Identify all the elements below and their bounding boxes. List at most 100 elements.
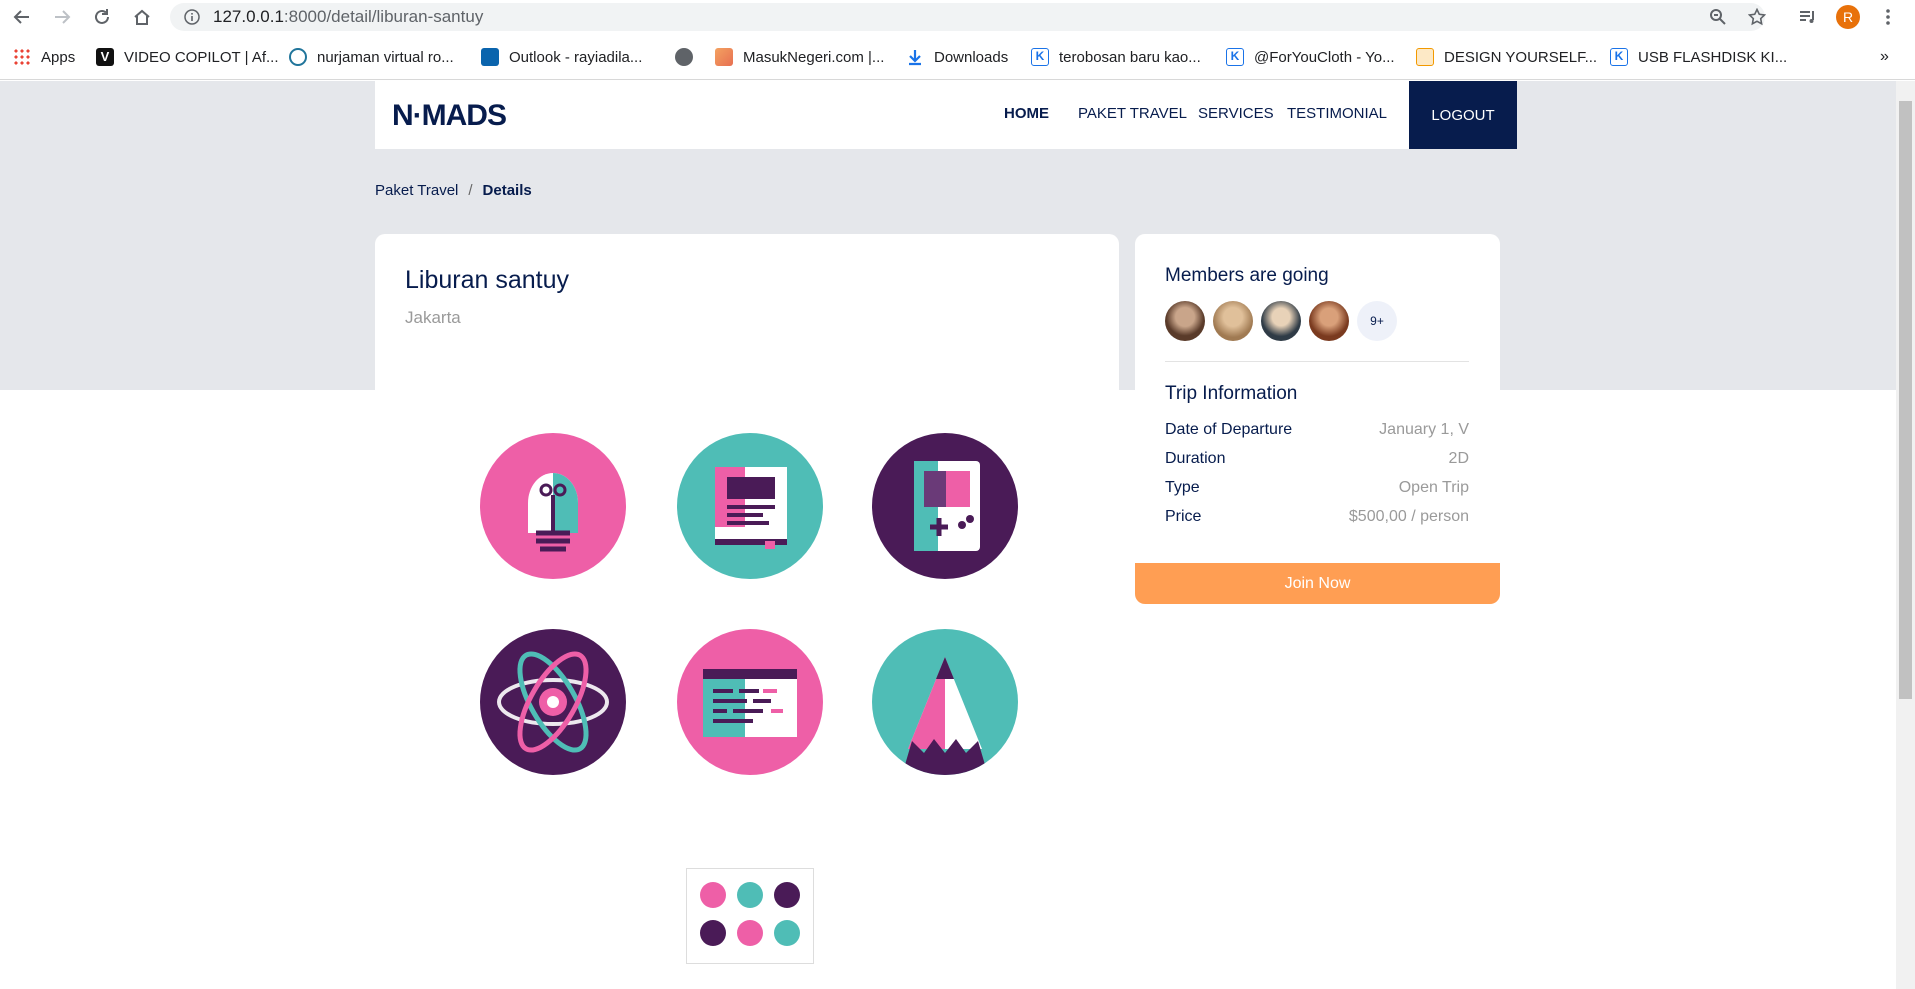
masuknegeri-icon [715,48,733,66]
code-window-icon [677,629,823,775]
bookmark-k-icon: K [1610,48,1628,66]
game-console-icon [872,433,1018,579]
trip-row-label: Price [1165,508,1202,525]
trip-row-value: 2D [1448,450,1469,467]
nav-home[interactable]: HOME [1004,105,1049,122]
bookmark-item[interactable]: Outlook - rayiadila... [481,46,642,68]
breadcrumb-parent[interactable]: Paket Travel [375,182,458,199]
bookmark-item[interactable] [675,46,703,68]
nav-services[interactable]: SERVICES [1198,105,1274,122]
logout-button[interactable]: LOGOUT [1409,81,1517,149]
bookmark-item[interactable]: Downloads [906,46,1008,68]
travel-location: Jakarta [405,308,461,327]
nomads-logo[interactable]: N·MADS [392,99,507,133]
zoom-icon[interactable] [1706,5,1730,29]
trip-info-title: Trip Information [1165,383,1298,404]
browser-toolbar: 127.0.0.1:8000/detail/liburan-santuy R [0,0,1915,34]
nav-paket-travel[interactable]: PAKET TRAVEL [1078,105,1187,122]
member-avatar [1309,301,1349,341]
home-icon[interactable] [130,5,154,29]
gallery-thumbnail[interactable] [686,868,814,964]
member-avatar [1261,301,1301,341]
bookmark-label: USB FLASHDISK KI... [1638,48,1788,66]
bookmark-label: VIDEO COPILOT | Af... [124,48,279,66]
trip-row-value: $500,00 / person [1348,508,1469,525]
bookmark-label: Outlook - rayiadila... [509,48,643,66]
bookmark-label: Downloads [934,48,1009,66]
members-title: Members are going [1165,265,1329,286]
member-avatar [1165,301,1205,341]
lightbulb-icon [480,433,626,579]
bookmark-item[interactable]: MasukNegeri.com |... [715,46,884,68]
bookmark-item[interactable]: K USB FLASHDISK KI... [1610,46,1787,68]
trip-row-value: January 1, V [1379,421,1469,438]
wordpress-icon [289,48,307,66]
scrollbar-thumb[interactable] [1899,101,1912,699]
media-queue-icon[interactable] [1796,5,1820,29]
pencil-icon [872,629,1018,775]
outlook-icon [481,48,499,66]
site-info-icon[interactable] [180,5,204,29]
page-viewport: N·MADS HOME PAKET TRAVEL SERVICES TESTIM… [0,81,1896,989]
bookmark-label: terobosan baru kao... [1059,48,1201,66]
breadcrumb: Paket Travel / Details [375,182,532,199]
atom-icon [480,629,626,775]
thumb-pencil-icon [774,920,800,946]
bookmark-label: nurjaman virtual ro... [317,48,454,66]
bookmark-k-icon: K [1031,48,1049,66]
bookmark-item[interactable]: DESIGN YOURSELF... [1416,46,1597,68]
bookmark-item[interactable]: K terobosan baru kao... [1031,46,1201,68]
back-arrow-icon[interactable] [10,5,34,29]
site-navbar: N·MADS HOME PAKET TRAVEL SERVICES TESTIM… [375,81,1517,149]
bookmark-apps[interactable]: Apps [13,46,75,68]
travel-title: Liburan santuy [405,266,570,294]
bookmark-item[interactable]: nurjaman virtual ro... [289,46,454,68]
bookmark-label: DESIGN YOURSELF... [1444,48,1598,66]
bookmarks-bar: Apps V VIDEO COPILOT | Af... nurjaman vi… [0,34,1915,80]
breadcrumb-current: Details [482,182,532,199]
trip-row-type: Type Open Trip [1165,479,1469,497]
thumb-document-icon [737,882,763,908]
bookmark-item[interactable]: V VIDEO COPILOT | Af... [96,46,279,68]
breadcrumb-separator: / [468,182,473,199]
bookmark-label: MasukNegeri.com |... [743,48,885,66]
url-host: 127.0.0.1 [213,7,284,26]
trip-info-card: Members are going 9+ Trip Information Da… [1135,234,1500,604]
trip-row-departure: Date of Departure January 1, V [1165,421,1469,439]
trip-row-label: Duration [1165,450,1226,467]
url-path: :8000/detail/liburan-santuy [283,7,484,26]
nav-testimonial[interactable]: TESTIMONIAL [1287,105,1387,122]
reload-icon[interactable] [90,5,114,29]
thumb-code-window-icon [737,920,763,946]
videocopilot-icon: V [96,48,114,66]
bookmarks-overflow-button[interactable]: » [1880,46,1889,68]
bookmark-star-icon[interactable] [1745,5,1769,29]
document-icon [677,433,823,579]
more-members-badge: 9+ [1357,301,1397,341]
trip-row-label: Date of Departure [1165,421,1293,438]
travel-detail-card: Liburan santuy Jakarta [375,234,1119,989]
bookmark-label: @ForYouCloth - Yo... [1254,48,1395,66]
url-text[interactable]: 127.0.0.1:8000/detail/liburan-santuy [213,7,483,27]
bookmark-label: Apps [41,48,76,66]
forward-arrow-icon[interactable] [50,5,74,29]
thumb-atom-icon [700,920,726,946]
trip-row-price: Price $500,00 / person [1165,508,1469,526]
trip-row-duration: Duration 2D [1165,450,1469,468]
divider [1165,361,1469,362]
globe-icon [675,48,693,66]
download-icon [906,48,924,66]
profile-avatar[interactable]: R [1836,5,1860,29]
design-icon [1416,48,1434,66]
apps-grid-icon [13,48,31,66]
thumb-lightbulb-icon [700,882,726,908]
member-avatar [1213,301,1253,341]
trip-row-label: Type [1165,479,1200,496]
bookmark-k-icon: K [1226,48,1244,66]
trip-row-value: Open Trip [1398,479,1469,496]
page-scrollbar[interactable] [1896,81,1915,989]
thumb-game-console-icon [774,882,800,908]
join-now-button[interactable]: Join Now [1135,563,1500,604]
bookmark-item[interactable]: K @ForYouCloth - Yo... [1226,46,1395,68]
menu-kebab-icon[interactable] [1876,5,1900,29]
